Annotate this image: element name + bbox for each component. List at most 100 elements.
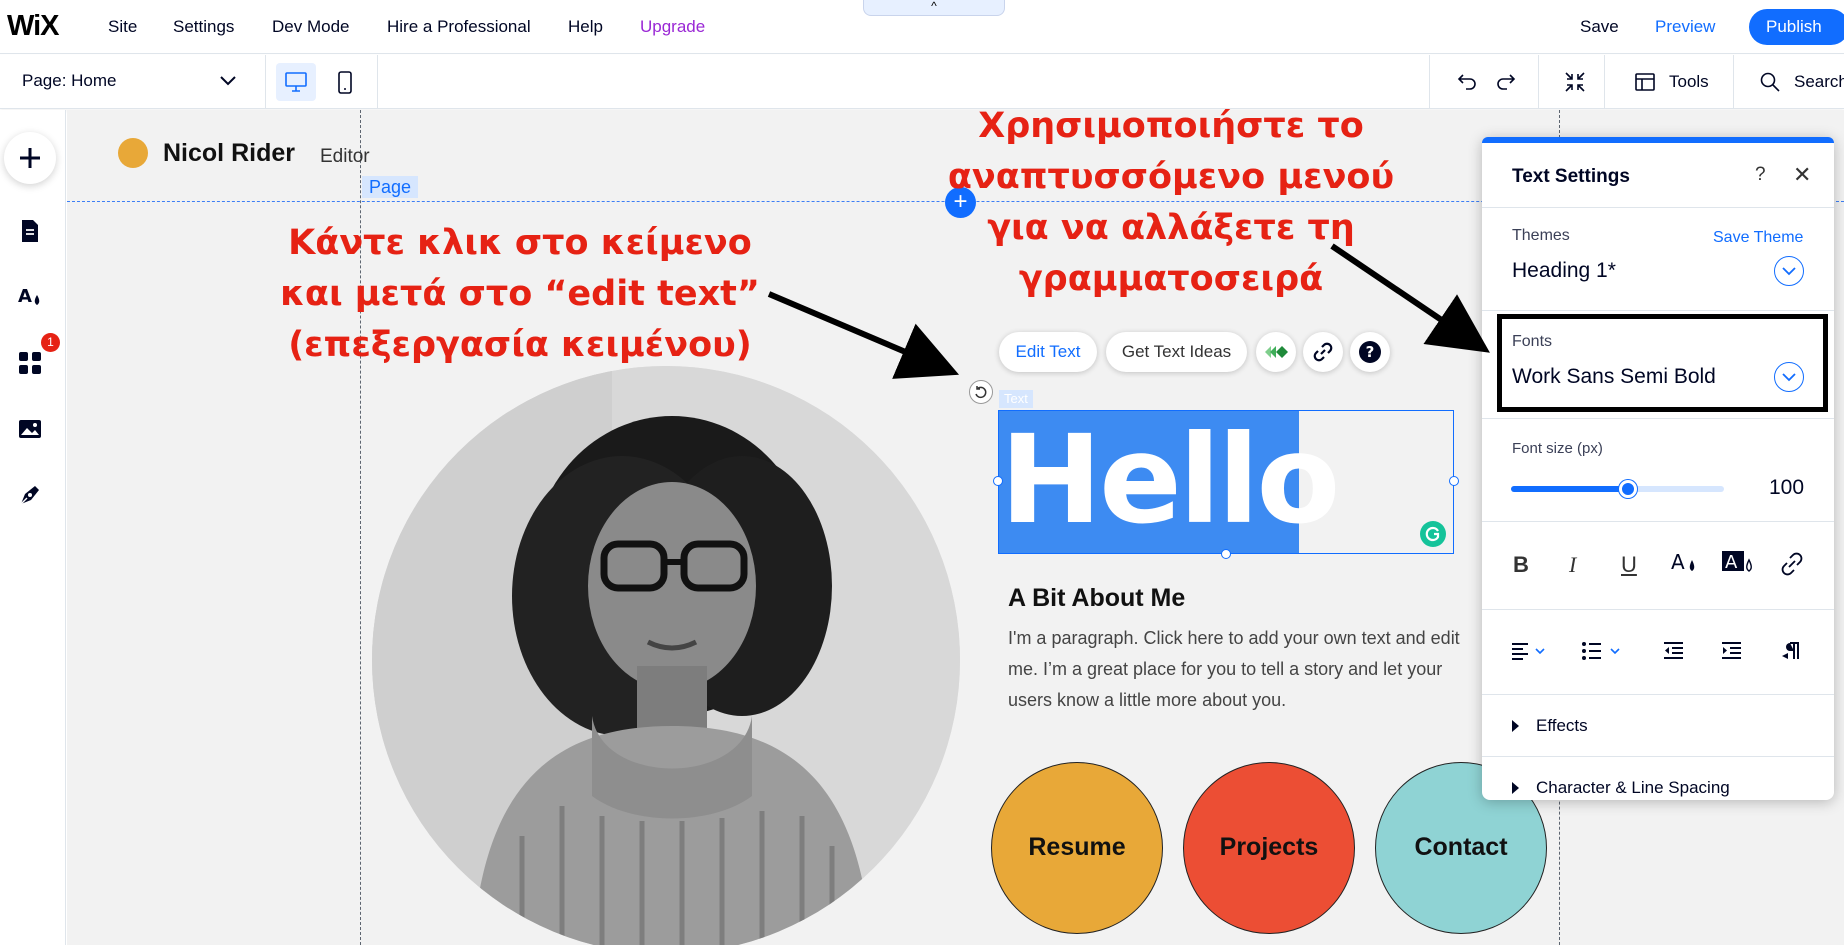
- notification-badge: 1: [41, 333, 60, 352]
- divider: [1538, 55, 1539, 109]
- about-paragraph[interactable]: I'm a paragraph. Click here to add your …: [1008, 623, 1468, 716]
- preview-button[interactable]: Preview: [1655, 17, 1715, 37]
- svg-text:A: A: [1671, 550, 1685, 574]
- italic-icon[interactable]: I: [1569, 552, 1576, 578]
- tools-icon[interactable]: [1633, 70, 1657, 94]
- svg-text:A: A: [18, 286, 32, 307]
- search-button[interactable]: Search: [1794, 72, 1844, 92]
- projects-button[interactable]: Projects: [1183, 762, 1355, 934]
- divider: [377, 55, 378, 109]
- theme-dropdown[interactable]: Heading 1*: [1512, 259, 1616, 283]
- mobile-icon: [338, 71, 352, 94]
- svg-text:A: A: [1725, 552, 1738, 573]
- add-elements-button[interactable]: [4, 132, 56, 184]
- grammarly-g-icon: [1425, 526, 1440, 542]
- help-icon: ?: [1359, 341, 1381, 363]
- animation-icon: [1265, 346, 1288, 358]
- text-direction-icon[interactable]: [1780, 641, 1802, 661]
- pages-icon[interactable]: [17, 218, 43, 244]
- divider: [1482, 310, 1834, 311]
- portrait-photo: [372, 366, 960, 945]
- resize-handle-right[interactable]: [1449, 476, 1459, 486]
- blog-pen-icon[interactable]: [17, 482, 43, 508]
- underline-icon[interactable]: U: [1621, 552, 1637, 578]
- resize-handle-left[interactable]: [993, 476, 1003, 486]
- character-line-spacing-section[interactable]: Character & Line Spacing: [1536, 778, 1730, 798]
- resize-handle-bottom[interactable]: [1221, 549, 1231, 559]
- desktop-icon: [285, 72, 307, 92]
- close-icon[interactable]: ✕: [1793, 162, 1811, 188]
- resume-button[interactable]: Resume: [991, 762, 1163, 934]
- page-selector[interactable]: Page: Home: [22, 71, 117, 91]
- zoom-out-icon[interactable]: [1563, 70, 1587, 94]
- save-button[interactable]: Save: [1580, 17, 1619, 37]
- effects-section[interactable]: Effects: [1536, 716, 1588, 736]
- divider: [1482, 756, 1834, 757]
- chevron-up-icon: ^: [931, 0, 937, 13]
- help-button[interactable]: ?: [1350, 332, 1390, 372]
- save-theme-link[interactable]: Save Theme: [1713, 229, 1803, 247]
- divider: [1733, 55, 1734, 109]
- wix-logo[interactable]: WiX: [7, 10, 60, 43]
- menu-upgrade[interactable]: Upgrade: [640, 17, 705, 37]
- link-icon: [1313, 342, 1333, 362]
- panel-help-icon[interactable]: ?: [1755, 164, 1766, 186]
- rotate-handle[interactable]: [969, 380, 993, 404]
- link-icon[interactable]: [1780, 552, 1804, 576]
- get-text-ideas-button[interactable]: Get Text Ideas: [1106, 332, 1247, 372]
- menu-help[interactable]: Help: [568, 17, 603, 37]
- font-size-value[interactable]: 100: [1769, 476, 1804, 500]
- divider: [1482, 694, 1834, 695]
- menu-settings[interactable]: Settings: [173, 17, 234, 37]
- fonts-highlight-box: [1497, 314, 1828, 412]
- expand-arrow-icon[interactable]: [1512, 720, 1519, 732]
- edit-text-button[interactable]: Edit Text: [999, 332, 1097, 372]
- about-heading[interactable]: A Bit About Me: [1008, 584, 1185, 613]
- align-left-icon[interactable]: [1511, 641, 1551, 661]
- divider: [1429, 55, 1430, 109]
- undo-icon[interactable]: [1455, 70, 1479, 94]
- link-button[interactable]: [1303, 332, 1343, 372]
- mobile-view-button[interactable]: [333, 63, 357, 101]
- divider: [1482, 418, 1834, 419]
- search-icon[interactable]: [1758, 70, 1782, 94]
- divider: [1482, 609, 1834, 610]
- svg-text:?: ?: [1366, 343, 1375, 361]
- media-icon[interactable]: [17, 416, 43, 442]
- plus-icon: [20, 148, 40, 168]
- highlight-color-icon[interactable]: A: [1721, 548, 1757, 578]
- selected-text-box[interactable]: [998, 410, 1454, 554]
- divider: [1482, 521, 1834, 522]
- menu-hire-professional[interactable]: Hire a Professional: [387, 17, 531, 37]
- tools-button[interactable]: Tools: [1669, 72, 1709, 92]
- design-icon[interactable]: A: [17, 283, 43, 309]
- chevron-down-icon[interactable]: [218, 70, 238, 90]
- site-logo-dot[interactable]: [118, 138, 148, 168]
- expand-arrow-icon[interactable]: [1512, 782, 1519, 794]
- menu-dev-mode[interactable]: Dev Mode: [272, 17, 349, 37]
- menu-site[interactable]: Site: [108, 17, 137, 37]
- panel-title: Text Settings: [1512, 166, 1630, 187]
- apps-icon[interactable]: [17, 350, 43, 376]
- desktop-view-button[interactable]: [276, 63, 316, 101]
- animation-button[interactable]: [1256, 332, 1296, 372]
- bold-icon[interactable]: B: [1513, 552, 1529, 578]
- text-color-icon[interactable]: A: [1670, 548, 1700, 578]
- divider: [1482, 207, 1834, 208]
- publish-button[interactable]: Publish: [1749, 9, 1844, 45]
- site-subtitle[interactable]: Editor: [320, 146, 370, 168]
- site-name[interactable]: Nicol Rider: [163, 139, 295, 168]
- collapse-toolbar-tab[interactable]: ^: [863, 0, 1005, 16]
- decrease-indent-icon[interactable]: [1663, 641, 1685, 661]
- grammarly-icon[interactable]: [1420, 521, 1446, 547]
- redo-icon[interactable]: [1494, 70, 1518, 94]
- themes-label: Themes: [1512, 227, 1570, 244]
- annotation-click-text: Κάντε κλικ στο κείμενο και μετά στο “edi…: [280, 223, 760, 365]
- chevron-down-icon: [1782, 267, 1796, 276]
- annotation-use-dropdown: Χρησιμοποιήστε το αναπτυσσόμενο μενού γι…: [947, 106, 1395, 299]
- portrait-image[interactable]: [372, 366, 960, 945]
- bullet-list-icon[interactable]: [1581, 641, 1627, 661]
- theme-dropdown-toggle[interactable]: [1774, 256, 1804, 286]
- page-tag: Page: [362, 176, 419, 198]
- increase-indent-icon[interactable]: [1721, 641, 1743, 661]
